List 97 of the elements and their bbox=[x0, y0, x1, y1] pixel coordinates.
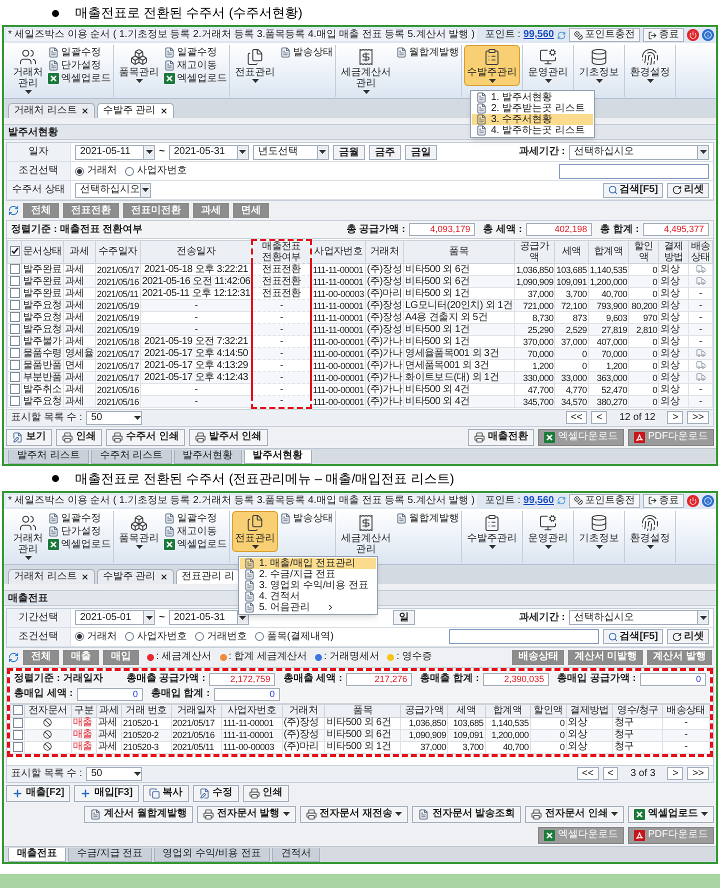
table-cell: 청구 bbox=[612, 729, 663, 741]
total-field: 2,172,759 bbox=[209, 672, 276, 686]
table-cell: - bbox=[662, 741, 710, 753]
app-title: * 세일즈박스 이용 순서 ( 1.기초정보 등록 2.거래처 등록 3.품목등록 4.매입 매출 전표 등록 5.계산서 발행 ) bbox=[6, 494, 477, 506]
field-label: 과세기간 : bbox=[518, 612, 565, 624]
table-cell: 1,090,909 bbox=[400, 729, 448, 741]
field-label: 과세기간 : bbox=[518, 146, 565, 158]
table-cell: 37,000 bbox=[400, 741, 448, 753]
table-cell: 111-00-00001 bbox=[310, 396, 366, 408]
total-field: 0 bbox=[214, 688, 280, 700]
total-label: 총 합계 : bbox=[600, 224, 639, 236]
table-cell: 과세 bbox=[63, 396, 96, 408]
points-label: 포인트 : bbox=[484, 494, 520, 506]
total-field: 0 bbox=[76, 688, 143, 700]
page-status: 12 of 12 bbox=[618, 412, 656, 424]
table-cell: 1,200,000 bbox=[485, 729, 530, 741]
total-label: 총매입 공급가액 : bbox=[557, 673, 636, 685]
filter-label: 수주서 상태 bbox=[7, 181, 71, 199]
page-size-label: 표시할 목록 수 : bbox=[11, 412, 82, 424]
table-cell: 외상 bbox=[566, 741, 613, 753]
table-cell: 비타500 외 1건 bbox=[324, 741, 401, 753]
section-heading: 매출전표로 전환된 수주서 (수주서현황) bbox=[75, 4, 302, 22]
section-heading: 매출전표로 전환된 수주서 (전표관리메뉴 – 매출/매입전표 리스트) bbox=[75, 470, 454, 488]
total-field: 402,198 bbox=[526, 223, 592, 236]
table-cell: - bbox=[662, 729, 710, 741]
field-label: ~ bbox=[159, 612, 165, 624]
points-label: 포인트 : bbox=[484, 29, 520, 41]
table-cell: 0 bbox=[530, 741, 566, 753]
total-field: 4,093,179 bbox=[409, 223, 476, 236]
total-label: 총매출 세액 : bbox=[283, 673, 342, 685]
table-cell: - bbox=[688, 396, 712, 408]
table-cell: 210520-2 bbox=[121, 729, 172, 741]
table-cell: 매출 bbox=[71, 717, 96, 729]
legend-label: : 거래명세서 bbox=[324, 651, 380, 663]
app-title: * 세일즈박스 이용 순서 ( 1.기초정보 등록 2.거래처 등록 3.품목등록 4.매입 매출 전표 등록 5.계산서 발행 ) bbox=[6, 29, 477, 41]
table-cell: 매출 bbox=[71, 729, 96, 741]
table-cell: 111-00-00003 bbox=[221, 741, 282, 753]
table-cell: 2021/05/16 bbox=[95, 396, 140, 408]
sort-label: 정렬기준 : 매출전표 전환여부 bbox=[11, 224, 143, 236]
total-label: 총매입 합계 : bbox=[150, 688, 210, 700]
legend-label: : 합계 세금계산서 bbox=[228, 651, 307, 663]
table-cell: 345,700 bbox=[514, 396, 555, 408]
table-cell: 380,270 bbox=[588, 396, 629, 408]
table-cell: 40,700 bbox=[485, 741, 530, 753]
table-cell: 1,036,850 bbox=[400, 717, 448, 729]
total-label: 총 세액 : bbox=[483, 224, 522, 236]
filter-label: 일자 bbox=[7, 143, 71, 161]
table-cell: 과세 bbox=[96, 741, 122, 753]
filter-label: 조건선택 bbox=[7, 162, 71, 180]
legend-label: : 세금계산서 bbox=[156, 651, 212, 663]
table-cell: 비타500 외 6건 bbox=[324, 729, 401, 741]
page-size-label: 표시할 목록 수 : bbox=[11, 768, 82, 780]
legend-label: : 영수증 bbox=[396, 651, 432, 663]
page-status: 3 of 3 bbox=[629, 768, 656, 780]
table-cell: (주)장성 bbox=[282, 717, 325, 729]
table-cell: 과세 bbox=[96, 729, 122, 741]
table-cell: 2021/05/11 bbox=[171, 741, 222, 753]
table-cell: 210520-3 bbox=[121, 741, 172, 753]
table-cell: 과세 bbox=[96, 717, 122, 729]
table-cell: 0 bbox=[530, 717, 566, 729]
table-cell: 1,140,535 bbox=[485, 717, 530, 729]
total-label: 총매입 세액 : bbox=[14, 688, 73, 700]
table-cell: 2021/05/16 bbox=[171, 729, 222, 741]
table-cell: (주)마리 bbox=[282, 741, 325, 753]
table-cell: 111-11-00001 bbox=[221, 717, 282, 729]
table-cell: 청구 bbox=[612, 741, 663, 753]
table-cell: 비타500 외 6건 bbox=[324, 717, 401, 729]
table-cell: 외상 bbox=[658, 396, 688, 408]
table-cell: (주)가나 bbox=[365, 396, 404, 408]
table-cell: 109,091 bbox=[448, 729, 486, 741]
total-field: 217,276 bbox=[346, 672, 412, 686]
table-cell: 111-11-00001 bbox=[221, 729, 282, 741]
table-cell: (주)장성 bbox=[282, 729, 325, 741]
total-label: 총매출 합계 : bbox=[420, 673, 480, 685]
table-cell: 34,570 bbox=[554, 396, 588, 408]
sort-label: 정렬기준 : 거래일자 bbox=[14, 673, 103, 685]
table-cell: 210520-1 bbox=[121, 717, 172, 729]
table-cell: 청구 bbox=[612, 717, 663, 729]
table-cell: 103,685 bbox=[448, 717, 486, 729]
table-cell: 외상 bbox=[566, 717, 613, 729]
field-label: ~ bbox=[159, 146, 165, 158]
total-field: 0 bbox=[640, 672, 706, 686]
table-cell: - bbox=[662, 717, 710, 729]
table-cell: 3,700 bbox=[448, 741, 486, 753]
table-cell: 2021/05/17 bbox=[171, 717, 222, 729]
total-field: 2,390,035 bbox=[483, 672, 550, 686]
total-label: 총 공급가액 : bbox=[346, 224, 406, 236]
table-cell: 외상 bbox=[566, 729, 613, 741]
table-cell: 비타500 외 4건 bbox=[404, 396, 514, 408]
filter-label: 기간선택 bbox=[7, 608, 71, 626]
filter-label: 조건선택 bbox=[7, 628, 71, 646]
table-cell: 매출 bbox=[71, 741, 96, 753]
table-cell: 발주요청 bbox=[22, 396, 64, 408]
table-cell: 0 bbox=[628, 396, 659, 408]
table-cell: 0 bbox=[530, 729, 566, 741]
total-field: 4,495,377 bbox=[643, 223, 709, 236]
total-label: 총매출 공급가액 : bbox=[126, 673, 206, 685]
